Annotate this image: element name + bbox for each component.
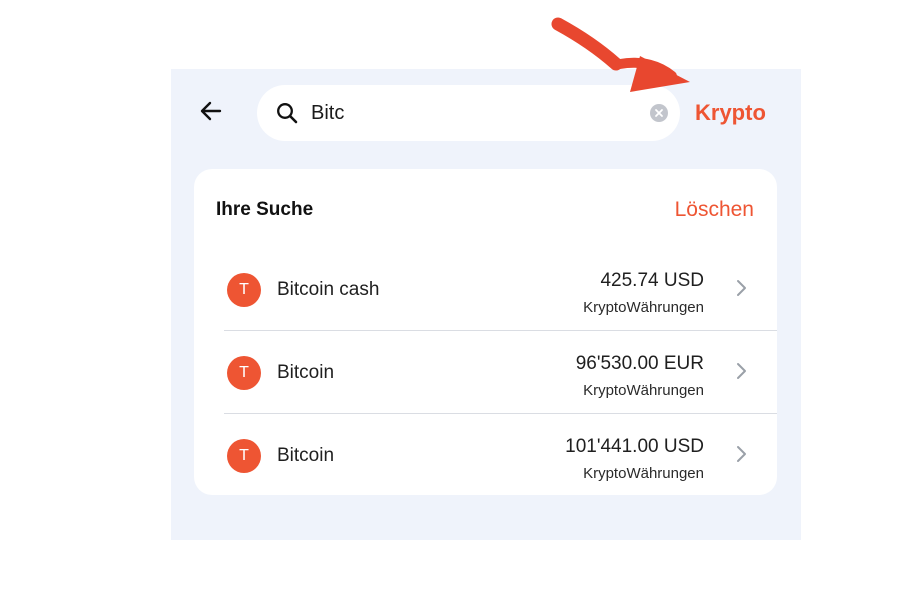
instrument-badge-icon: T [227, 273, 261, 307]
instrument-price: 96'530.00 EUR [575, 353, 704, 374]
instrument-category: KryptoWährungen [583, 299, 704, 316]
instrument-badge-icon: T [227, 439, 261, 473]
instrument-price: 425.74 USD [600, 270, 704, 291]
back-button[interactable] [199, 99, 223, 123]
arrow-left-icon [200, 101, 222, 121]
search-icon [277, 103, 298, 124]
search-results-list: T Bitcoin cash 425.74 USD KryptoWährunge… [224, 248, 777, 496]
search-screen: Krypto Ihre Suche Löschen T Bitcoin cash… [171, 69, 801, 540]
clear-history-button[interactable]: Löschen [675, 198, 754, 222]
instrument-name: Bitcoin [277, 445, 335, 466]
instrument-name: Bitcoin cash [277, 279, 380, 300]
tab-krypto[interactable]: Krypto [695, 100, 766, 126]
search-result-row[interactable]: T Bitcoin 96'530.00 EUR KryptoWährungen [224, 331, 777, 414]
search-history-title: Ihre Suche [216, 199, 314, 220]
red-arrow-icon [551, 17, 690, 92]
chevron-right-icon [737, 446, 746, 462]
search-result-row[interactable]: T Bitcoin 101'441.00 USD KryptoWährungen [224, 414, 777, 496]
clear-circle-icon[interactable] [650, 104, 668, 122]
chevron-right-icon [737, 280, 746, 296]
instrument-price: 101'441.00 USD [565, 436, 704, 457]
search-result-row[interactable]: T Bitcoin cash 425.74 USD KryptoWährunge… [224, 248, 777, 331]
search-history-card: Ihre Suche Löschen T Bitcoin cash 425.74… [194, 169, 777, 495]
instrument-category: KryptoWährungen [583, 382, 704, 399]
instrument-category: KryptoWährungen [583, 465, 704, 482]
chevron-right-icon [737, 363, 746, 379]
instrument-badge-icon: T [227, 356, 261, 390]
instrument-name: Bitcoin [277, 362, 335, 383]
